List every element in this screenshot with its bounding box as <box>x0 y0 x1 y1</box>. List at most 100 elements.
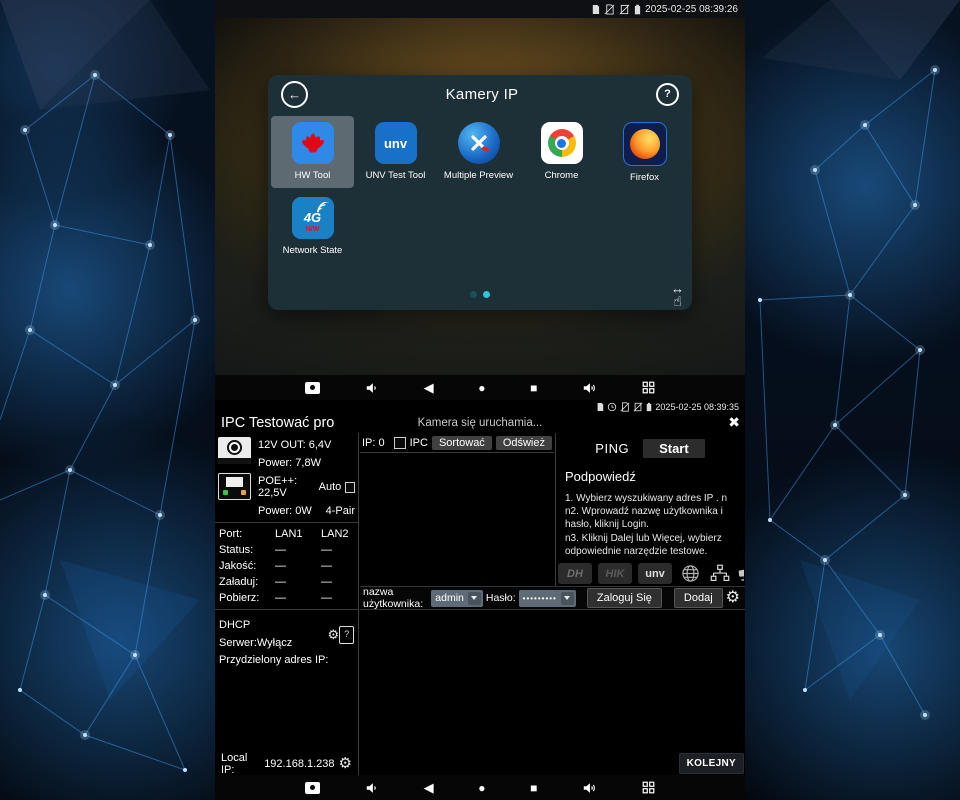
report-icon[interactable]: ? <box>339 626 354 644</box>
refresh-button[interactable]: Odśwież <box>496 436 552 450</box>
app-firefox[interactable]: Firefox <box>603 116 686 188</box>
volume-up-icon[interactable] <box>582 781 597 795</box>
screenshot-root: 2025-02-25 08:39:26 ← Kamery IP ? <box>0 0 960 800</box>
dhcp-settings-gear-icon[interactable]: ⚙ <box>328 628 340 641</box>
nav-bar-bottom: ◀ ● ■ <box>215 775 745 800</box>
volume-down-icon[interactable] <box>365 781 379 795</box>
hint-body: 1. Wybierz wyszukiwany adres IP . n n2. … <box>565 492 738 558</box>
app-hw-tool[interactable]: HW Tool <box>271 116 354 188</box>
protocol-brand-row: DH HIK unv <box>558 563 744 584</box>
dc-output-row: 12V OUT: 6,4V Power: 7,8W <box>215 433 358 469</box>
home-nav-icon[interactable]: ● <box>478 382 485 394</box>
back-nav-icon[interactable]: ◀ <box>424 381 434 394</box>
app-network-state[interactable]: 4G N/W Network State <box>271 191 354 263</box>
password-select[interactable]: ••••••••• <box>519 590 576 607</box>
app-unv-test-tool[interactable]: unv UNV Test Tool <box>354 116 437 188</box>
username-select[interactable]: admin <box>431 590 483 607</box>
back-nav-icon[interactable]: ◀ <box>424 781 434 794</box>
close-icon[interactable]: ✖ <box>728 414 740 431</box>
firefox-logo-icon <box>623 122 667 166</box>
table-cell: — <box>275 544 321 556</box>
back-button[interactable]: ← <box>281 81 308 108</box>
hint-title: Podpowiedź <box>565 469 744 484</box>
unv-logo-icon: unv <box>375 122 417 164</box>
auto-checkbox[interactable] <box>345 482 355 493</box>
app-chrome[interactable]: Chrome <box>520 116 603 188</box>
volume-down-icon[interactable] <box>365 381 379 395</box>
table-cell: — <box>275 592 321 604</box>
page-dot-active <box>483 291 490 298</box>
dc-12v-out-icon <box>218 437 251 464</box>
add-button[interactable]: Dodaj <box>674 588 723 608</box>
poe-power: Power: 0W <box>258 505 312 517</box>
app-title-bar: IPC Testować pro Kamera się uruchamia...… <box>215 413 745 433</box>
scan-toolbar: IP: 0 IPC Sortować Odśwież <box>360 433 554 453</box>
app-grid-row-2: 4G N/W Network State <box>268 188 692 263</box>
chrome-logo-icon <box>541 122 583 164</box>
onvif-globe-icon[interactable] <box>678 563 702 584</box>
ip-settings-gear-icon[interactable]: ⚙ <box>339 756 352 771</box>
divider <box>215 609 358 610</box>
ping-row: PING Start <box>556 439 744 458</box>
help-icon: ? <box>664 89 671 100</box>
login-settings-gear-icon[interactable]: ⚙ <box>726 590 740 606</box>
sort-button[interactable]: Sortować <box>432 436 492 450</box>
back-icon: ← <box>288 88 301 101</box>
app-multiple-preview[interactable]: Multiple Preview <box>437 116 520 188</box>
unv-logo-text: unv <box>384 136 407 151</box>
ipc-checkbox[interactable] <box>394 437 406 449</box>
auto-label: Auto <box>319 481 342 493</box>
swipe-gesture-icon: ↔ ☝ <box>671 282 684 308</box>
next-button[interactable]: KOLEJNY <box>679 753 744 774</box>
chevron-down-icon <box>468 592 481 605</box>
brand-hikvision[interactable]: HIK <box>598 563 632 584</box>
dhcp-server-label: DHCP Serwer:Wyłącz <box>219 617 325 652</box>
brand-dahua[interactable]: DH <box>558 563 592 584</box>
app-grid-row-1: HW Tool unv UNV Test Tool <box>268 113 692 188</box>
power-status-panel: 12V OUT: 6,4V Power: 7,8W POE++: 22,5V A… <box>215 433 359 775</box>
ping-start-button[interactable]: Start <box>643 439 705 458</box>
nw-text: N/W <box>306 226 320 233</box>
username-value: admin <box>431 592 468 604</box>
help-button[interactable]: ? <box>656 83 679 106</box>
volume-up-icon[interactable] <box>582 381 597 395</box>
brand-uniview[interactable]: unv <box>638 563 672 584</box>
screenshot-icon[interactable] <box>305 382 320 394</box>
ping-hint-panel: PING Start Podpowiedź 1. Wybierz wyszuki… <box>555 433 744 586</box>
recents-nav-icon[interactable]: ■ <box>530 382 537 394</box>
port-status-table: Port: LAN1 LAN2 Status: — — Jakość: — — … <box>215 527 358 604</box>
cctv-camera-icon[interactable] <box>738 563 744 584</box>
app-label: UNV Test Tool <box>366 170 426 181</box>
local-ip-value: 192.168.1.238 <box>264 758 334 770</box>
local-ip-label: Local IP: <box>221 752 248 776</box>
no-sd-icon <box>620 402 630 412</box>
dialog-title: Kamery IP <box>308 86 656 103</box>
app-grid-icon[interactable] <box>642 381 655 394</box>
clock-icon <box>607 402 617 412</box>
app-label: Network State <box>283 245 343 256</box>
network-topology-icon[interactable] <box>708 563 732 584</box>
app-content: 12V OUT: 6,4V Power: 7,8W POE++: 22,5V A… <box>215 433 745 775</box>
screenshot-icon[interactable] <box>305 782 320 794</box>
table-cell: Port: <box>219 528 275 540</box>
app-label: Firefox <box>630 172 659 183</box>
table-cell: LAN2 <box>321 528 359 540</box>
table-cell: LAN1 <box>275 528 321 540</box>
poe-voltage: POE++: 22,5V <box>258 475 319 499</box>
tester-device-screen: 2025-02-25 08:39:26 ← Kamery IP ? <box>215 0 745 800</box>
recents-nav-icon[interactable]: ■ <box>530 782 537 794</box>
clock-text: 2025-02-25 08:39:26 <box>645 4 738 15</box>
local-ip-row: Local IP: 192.168.1.238 ⚙ <box>215 752 358 775</box>
no-sd-icon <box>604 4 615 15</box>
report-glyph: ? <box>344 627 349 641</box>
home-nav-icon[interactable]: ● <box>478 782 485 794</box>
table-cell: — <box>321 592 359 604</box>
app-grid-icon[interactable] <box>642 781 655 794</box>
table-cell: Status: <box>219 544 275 556</box>
login-button[interactable]: Zaloguj Się <box>587 588 662 608</box>
ipc-label: IPC <box>410 437 428 449</box>
lan-port-icon <box>218 473 251 500</box>
divider <box>215 522 358 523</box>
table-cell: Załaduj: <box>219 576 275 588</box>
table-cell: — <box>275 560 321 572</box>
